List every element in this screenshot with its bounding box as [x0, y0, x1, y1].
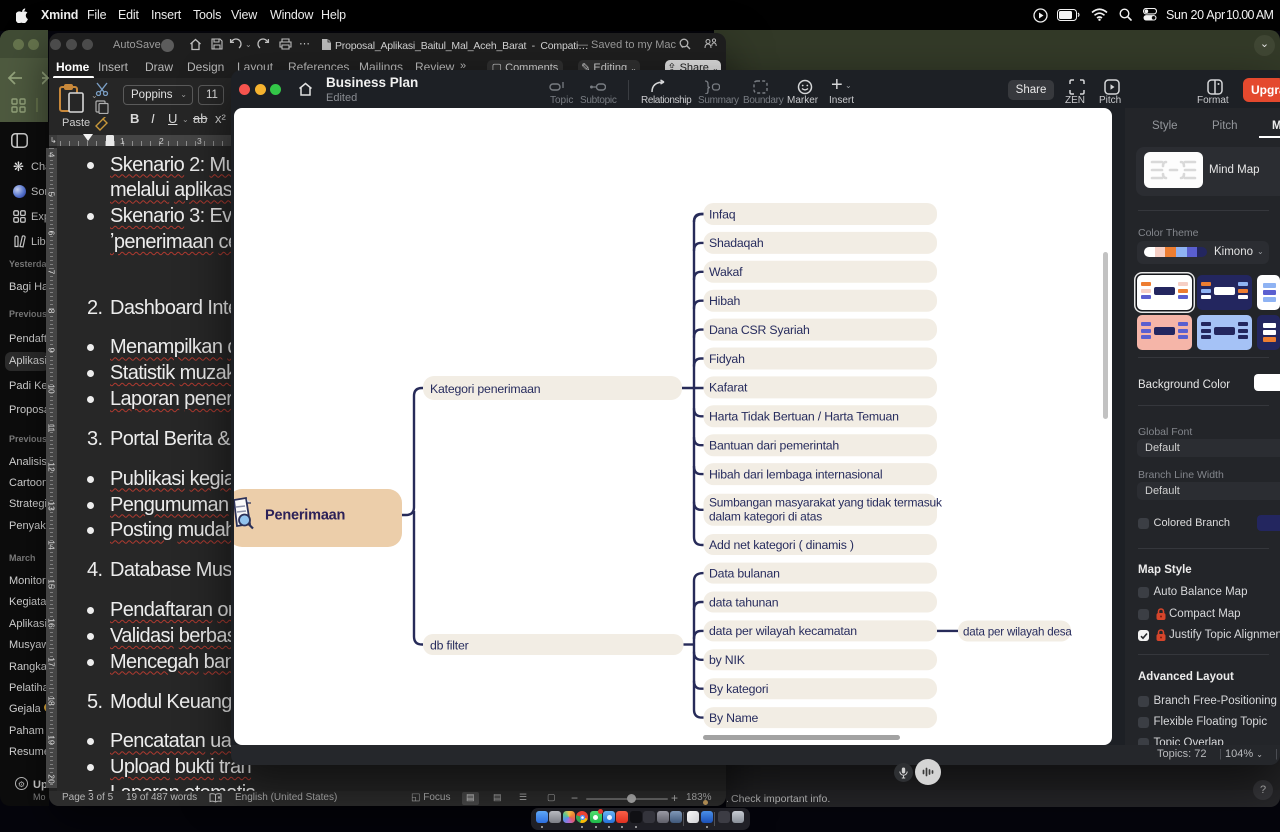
svg-text:Sumbangan masyarakat yang tida: Sumbangan masyarakat yang tidak termasuk [709, 496, 943, 510]
svg-text:Dana CSR Syariah: Dana CSR Syariah [709, 323, 810, 337]
svg-text:Add net kategori ( dinamis ): Add net kategori ( dinamis ) [709, 538, 854, 552]
svg-text:db filter: db filter [430, 639, 469, 653]
svg-text:Harta Tidak Bertuan / Harta Te: Harta Tidak Bertuan / Harta Temuan [709, 410, 899, 424]
svg-text:Hibah dari lembaga internasion: Hibah dari lembaga internasional [709, 467, 882, 481]
svg-text:By kategori: By kategori [709, 682, 768, 696]
svg-text:Kafarat: Kafarat [709, 381, 748, 395]
svg-text:Infaq: Infaq [709, 207, 736, 221]
svg-text:By Name: By Name [709, 711, 759, 725]
svg-text:Hibah: Hibah [709, 294, 740, 308]
svg-text:Kategori penerimaan: Kategori penerimaan [430, 382, 541, 396]
svg-text:dalam kategori di atas: dalam kategori di atas [709, 510, 822, 524]
svg-text:Fidyah: Fidyah [709, 352, 745, 366]
svg-text:Data bulanan: Data bulanan [709, 566, 780, 580]
svg-text:Penerimaan: Penerimaan [265, 508, 345, 524]
svg-text:Bantuan dari pemerintah: Bantuan dari pemerintah [709, 439, 839, 453]
svg-text:by NIK: by NIK [709, 653, 746, 667]
svg-text:data tahunan: data tahunan [709, 595, 779, 609]
svg-text:data per wilayah desa: data per wilayah desa [963, 626, 1072, 639]
svg-text:Wakaf: Wakaf [709, 265, 743, 279]
svg-text:Shadaqah: Shadaqah [709, 236, 764, 250]
svg-text:data per wilayah kecamatan: data per wilayah kecamatan [709, 624, 857, 638]
